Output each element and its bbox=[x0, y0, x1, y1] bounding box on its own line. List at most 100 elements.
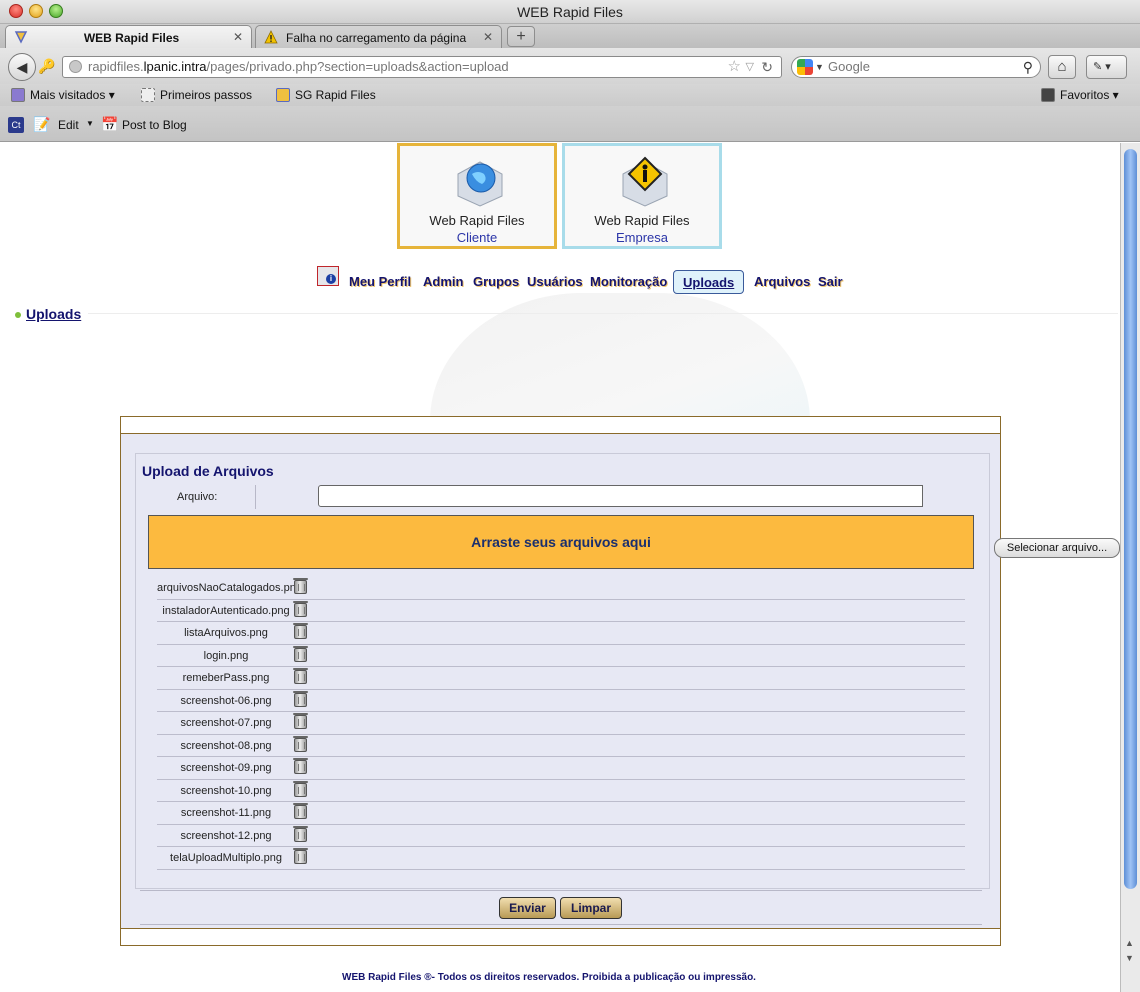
upload-panel-body: Upload de Arquivos Arquivo: Selecionar a… bbox=[121, 434, 1120, 928]
trash-icon[interactable] bbox=[293, 690, 308, 707]
empresa-banner[interactable]: Web Rapid Files Empresa bbox=[562, 143, 722, 249]
file-name: login.png bbox=[203, 649, 249, 662]
trash-icon[interactable] bbox=[293, 623, 308, 639]
trash-icon[interactable] bbox=[293, 825, 308, 842]
menu-item-meu-perfil[interactable]: Meu Perfil bbox=[349, 274, 411, 289]
page-viewport: Web Rapid Files Cliente Web Rapid Files … bbox=[0, 143, 1120, 992]
star-folder-icon bbox=[1041, 88, 1055, 102]
bookmark-primeiros-passos[interactable]: Primeiros passos bbox=[141, 88, 252, 102]
file-name: remeberPass.png bbox=[182, 672, 270, 684]
bookmark-label: SG Rapid Files bbox=[295, 88, 376, 102]
trash-icon[interactable] bbox=[293, 735, 308, 752]
file-name: screenshot-12.png bbox=[180, 829, 272, 842]
edit-icon[interactable]: 📝 bbox=[33, 116, 50, 133]
page-footer: WEB Rapid Files ®- Todos os direitos res… bbox=[342, 972, 756, 983]
menu-item-uploads[interactable]: Uploads bbox=[673, 270, 745, 294]
file-row: screenshot-10.png bbox=[157, 780, 965, 802]
trash-icon[interactable] bbox=[293, 578, 308, 594]
bookmark-mais-visitados[interactable]: Mais visitados ▾ bbox=[11, 88, 115, 102]
tab-strip: WEB Rapid Files ✕ Falha no carregamento … bbox=[0, 24, 1140, 48]
trash-icon[interactable] bbox=[293, 668, 308, 684]
home-button[interactable]: ⌂ bbox=[1048, 55, 1076, 79]
trash-icon[interactable] bbox=[293, 758, 308, 774]
trash-icon[interactable] bbox=[293, 780, 308, 797]
send-button[interactable]: Enviar bbox=[499, 897, 556, 919]
search-engine-dropdown-icon[interactable]: ▼ bbox=[815, 57, 824, 77]
file-row: remeberPass.png bbox=[157, 667, 965, 690]
file-row: screenshot-08.png bbox=[157, 735, 965, 757]
warning-icon bbox=[264, 30, 278, 44]
trash-icon[interactable] bbox=[293, 713, 308, 729]
trash-icon[interactable] bbox=[293, 600, 308, 617]
scroll-up-icon[interactable]: ▲ bbox=[1125, 938, 1134, 948]
upload-panel: Upload de Arquivos Arquivo: Selecionar a… bbox=[120, 416, 1120, 946]
page-icon bbox=[141, 88, 155, 102]
file-row: screenshot-09.png bbox=[157, 757, 965, 780]
reload-icon[interactable]: ↻ bbox=[761, 57, 773, 77]
divider bbox=[88, 313, 1118, 314]
file-name: listaArquivos.png bbox=[184, 627, 268, 639]
menu-item-sair[interactable]: Sair bbox=[818, 274, 843, 289]
menu-item-admin[interactable]: Admin bbox=[423, 274, 463, 289]
back-button[interactable]: ◀ bbox=[8, 53, 36, 81]
file-name: screenshot-10.png bbox=[180, 784, 272, 797]
brand-name: Web Rapid Files bbox=[429, 213, 525, 228]
section-title[interactable]: Uploads bbox=[15, 306, 81, 322]
url-host: lpanic.intra bbox=[143, 59, 207, 74]
edit-button[interactable]: Edit bbox=[58, 118, 79, 132]
search-input[interactable]: ▼ Google ⚲ bbox=[791, 56, 1041, 78]
navigation-toolbar: ◀ 🔑 rapidfiles.lpanic.intra/pages/privad… bbox=[0, 48, 1140, 84]
key-icon[interactable]: 🔑 bbox=[38, 58, 55, 75]
post-to-blog-button[interactable]: Post to Blog bbox=[122, 118, 187, 132]
menu-item-monitoracao[interactable]: Monitoração bbox=[590, 274, 667, 289]
bookmark-label: Mais visitados ▾ bbox=[30, 88, 115, 102]
file-name: screenshot-06.png bbox=[180, 694, 272, 707]
brand-name: Web Rapid Files bbox=[594, 213, 690, 228]
divider bbox=[121, 928, 1000, 929]
person-sign-folder-icon bbox=[622, 156, 668, 207]
menu-item-arquivos[interactable]: Arquivos bbox=[754, 274, 810, 289]
tab-falha-carregamento[interactable]: Falha no carregamento da página ✕ bbox=[255, 25, 502, 48]
trash-icon[interactable] bbox=[293, 645, 308, 662]
file-row: screenshot-12.png bbox=[157, 825, 965, 847]
history-dropdown-icon[interactable]: ▽ bbox=[746, 57, 754, 77]
file-row: screenshot-07.png bbox=[157, 712, 965, 735]
clear-button[interactable]: Limpar bbox=[560, 897, 622, 919]
file-row: screenshot-06.png bbox=[157, 690, 965, 712]
select-file-button[interactable]: Selecionar arquivo... bbox=[994, 538, 1120, 558]
scrollbar-thumb[interactable] bbox=[1124, 149, 1137, 889]
file-input[interactable]: Selecionar arquivo... bbox=[318, 485, 1120, 558]
page-scrollbar[interactable]: ▲ ▼ bbox=[1120, 143, 1140, 992]
cliente-banner[interactable]: Web Rapid Files Cliente bbox=[397, 143, 557, 249]
tab-close-icon[interactable]: ✕ bbox=[233, 30, 243, 44]
globe-icon bbox=[69, 60, 82, 73]
drop-zone[interactable]: Arraste seus arquivos aqui bbox=[148, 515, 974, 569]
trash-icon[interactable] bbox=[293, 848, 308, 864]
extension-button[interactable]: ✎ ▾ bbox=[1086, 55, 1127, 79]
globe-folder-icon bbox=[457, 161, 503, 207]
bookmark-favoritos[interactable]: Favoritos ▾ bbox=[1041, 88, 1119, 102]
tab-web-rapid-files[interactable]: WEB Rapid Files ✕ bbox=[5, 25, 252, 48]
chevron-down-icon[interactable]: ▼ bbox=[86, 119, 94, 128]
new-tab-button[interactable]: + bbox=[507, 26, 535, 47]
tab-close-icon[interactable]: ✕ bbox=[483, 30, 493, 44]
site-favicon-icon bbox=[276, 88, 290, 102]
trash-icon[interactable] bbox=[293, 803, 308, 819]
url-path: /pages/privado.php?section=uploads&actio… bbox=[206, 59, 509, 74]
file-name: screenshot-07.png bbox=[180, 717, 272, 729]
url-prefix: rapidfiles. bbox=[88, 59, 144, 74]
file-name: screenshot-08.png bbox=[180, 739, 272, 752]
menu-item-grupos[interactable]: Grupos bbox=[473, 274, 519, 289]
file-row: arquivosNaoCatalogados.png bbox=[157, 577, 965, 600]
bookmark-sg-rapid-files[interactable]: SG Rapid Files bbox=[276, 88, 376, 102]
ct-icon[interactable]: Ct bbox=[8, 117, 24, 133]
blog-icon[interactable]: 📅 bbox=[101, 116, 118, 133]
brand-sub: Cliente bbox=[456, 230, 498, 245]
info-icon[interactable]: i bbox=[317, 266, 339, 286]
section-title-text: Uploads bbox=[26, 306, 82, 322]
address-bar[interactable]: rapidfiles.lpanic.intra/pages/privado.ph… bbox=[62, 56, 782, 78]
bookmark-star-icon[interactable]: ☆ bbox=[728, 57, 741, 77]
search-icon[interactable]: ⚲ bbox=[1023, 57, 1033, 77]
scroll-down-icon[interactable]: ▼ bbox=[1125, 953, 1134, 963]
menu-item-usuarios[interactable]: Usuários bbox=[527, 274, 583, 289]
